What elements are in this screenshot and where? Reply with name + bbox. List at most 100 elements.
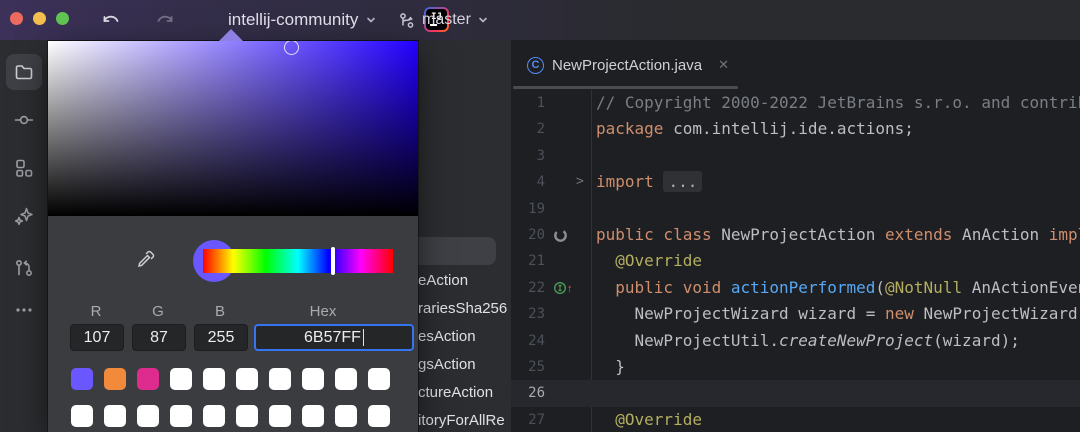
fold-arrow-icon[interactable]: > — [576, 169, 584, 195]
tab-close-icon[interactable]: ✕ — [718, 57, 729, 73]
window-minimize-button[interactable] — [33, 12, 46, 25]
code-text: // Copyright 2000-2022 JetBrains s.r.o. … — [596, 93, 1080, 112]
code-text: public void actionPerformed(@NotNull AnA… — [615, 277, 1080, 297]
undo-icon[interactable] — [98, 7, 124, 33]
popup-arrow — [219, 29, 243, 41]
color-swatch[interactable] — [104, 405, 126, 427]
code-text: } — [596, 356, 625, 376]
blue-field[interactable]: 255 — [194, 324, 248, 351]
code-text: import ... — [596, 169, 703, 195]
color-swatch[interactable] — [335, 405, 357, 427]
vcs-branch-widget[interactable]: master — [398, 0, 488, 40]
tab-filename: NewProjectAction.java — [552, 56, 703, 74]
window-zoom-button[interactable] — [56, 12, 69, 25]
editor-tab[interactable]: C NewProjectAction.java ✕ — [511, 40, 729, 90]
color-swatch[interactable] — [368, 405, 390, 427]
line-number: 26 — [528, 385, 545, 402]
ai-assistant-icon[interactable] — [6, 198, 42, 234]
swatch-row — [71, 368, 390, 390]
swatch-row — [71, 405, 390, 427]
color-swatch[interactable] — [71, 368, 93, 390]
project-tool-icon[interactable] — [6, 54, 42, 90]
line-number: 3 — [536, 147, 545, 164]
structure-tool-icon[interactable] — [6, 150, 42, 186]
color-swatch[interactable] — [71, 405, 93, 427]
code-text: NewProjectUtil.createNewProject(wizard); — [596, 330, 1020, 350]
tab-scrollbar[interactable] — [513, 86, 738, 89]
more-tool-windows-icon[interactable] — [6, 292, 42, 328]
color-swatch[interactable] — [203, 405, 225, 427]
saturation-cursor[interactable] — [284, 41, 299, 55]
color-swatch[interactable] — [104, 368, 126, 390]
line-number: 21 — [528, 253, 545, 270]
ide-window: IJ intellij-community master eAction rar… — [0, 0, 1080, 432]
chevron-down-icon — [479, 17, 487, 23]
tree-item[interactable]: rariesSha256 — [418, 296, 507, 322]
color-picker-popup: R G B Hex 107 87 255 6B57FF — [48, 41, 418, 432]
code-line[interactable]: 2 package com.intellij.ide.actions; — [511, 116, 1080, 142]
editor: C NewProjectAction.java ✕ 1 // Copyright … — [511, 40, 1080, 432]
override-arrow-icon: ↑ — [567, 282, 573, 295]
code-text: @Override — [615, 409, 702, 429]
color-swatch[interactable] — [137, 368, 159, 390]
code-line[interactable]: 24 NewProjectUtil.createNewProject(wizar… — [511, 328, 1080, 354]
color-swatch[interactable] — [236, 368, 258, 390]
tree-selected-row[interactable] — [418, 237, 496, 265]
tree-item[interactable]: gsAction — [418, 352, 476, 378]
color-swatch[interactable] — [203, 368, 225, 390]
code-line[interactable]: 4 > import ... — [511, 169, 1080, 195]
color-swatch[interactable] — [137, 405, 159, 427]
saturation-brightness-area[interactable] — [48, 41, 418, 216]
code-line[interactable]: 3 — [511, 143, 1080, 169]
code-line[interactable]: 19 — [511, 196, 1080, 222]
code-line[interactable]: 1 // Copyright 2000-2022 JetBrains s.r.o.… — [511, 90, 1080, 116]
tree-item[interactable]: ctureAction — [418, 380, 493, 406]
hex-field[interactable]: 6B57FF — [254, 324, 414, 351]
code-text: public class NewProjectAction extends An… — [596, 224, 1080, 244]
eyedropper-icon[interactable] — [136, 249, 156, 269]
code-line[interactable]: 23 NewProjectWizard wizard = new NewProj… — [511, 301, 1080, 327]
commit-tool-icon[interactable] — [6, 102, 42, 138]
green-field[interactable]: 87 — [132, 324, 186, 351]
line-number: 23 — [528, 306, 545, 323]
code-line[interactable]: 25 } — [511, 354, 1080, 380]
color-swatch[interactable] — [170, 368, 192, 390]
color-swatch[interactable] — [269, 405, 291, 427]
overrides-gutter-icon[interactable] — [553, 281, 568, 296]
color-swatch[interactable] — [335, 368, 357, 390]
tree-item[interactable]: itoryForAllRe — [418, 408, 505, 432]
redo-icon[interactable] — [152, 7, 178, 33]
pull-requests-icon[interactable] — [6, 250, 42, 286]
red-field[interactable]: 107 — [70, 324, 124, 351]
project-name: intellij-community — [228, 10, 359, 29]
tool-window-stripe — [0, 40, 49, 432]
tree-item[interactable]: eAction — [418, 268, 468, 294]
code-line[interactable]: 20 public class NewProjectAction extends … — [511, 222, 1080, 248]
project-tree[interactable]: eAction rariesSha256 esAction gsAction cture… — [418, 40, 511, 432]
code-line[interactable]: 22 ↑ public void actionPerformed(@NotNull… — [511, 275, 1080, 301]
color-swatch[interactable] — [302, 368, 324, 390]
color-swatch[interactable] — [368, 368, 390, 390]
color-swatch[interactable] — [170, 405, 192, 427]
text-caret — [362, 329, 364, 346]
line-number: 24 — [528, 332, 545, 349]
code-line[interactable]: 21 @Override — [511, 248, 1080, 274]
line-number: 25 — [528, 358, 545, 375]
color-swatch[interactable] — [302, 405, 324, 427]
java-class-icon: C — [527, 56, 544, 74]
tree-item[interactable]: esAction — [418, 324, 476, 350]
code-line[interactable]: 27 @Override — [511, 407, 1080, 432]
code-text: @Override — [615, 251, 702, 271]
project-widget[interactable]: IJ intellij-community — [228, 0, 449, 40]
line-number: 19 — [528, 200, 545, 217]
color-swatch[interactable] — [236, 405, 258, 427]
hue-marker[interactable] — [331, 247, 335, 275]
hue-slider[interactable] — [203, 247, 393, 275]
blue-label: B — [214, 303, 225, 320]
code-area[interactable]: 1 // Copyright 2000-2022 JetBrains s.r.o.… — [511, 90, 1080, 432]
code-line-current[interactable]: 26 — [511, 380, 1080, 407]
implementations-gutter-icon[interactable] — [553, 228, 568, 243]
color-swatch[interactable] — [269, 368, 291, 390]
window-close-button[interactable] — [10, 12, 23, 25]
line-number: 22 — [528, 279, 545, 296]
